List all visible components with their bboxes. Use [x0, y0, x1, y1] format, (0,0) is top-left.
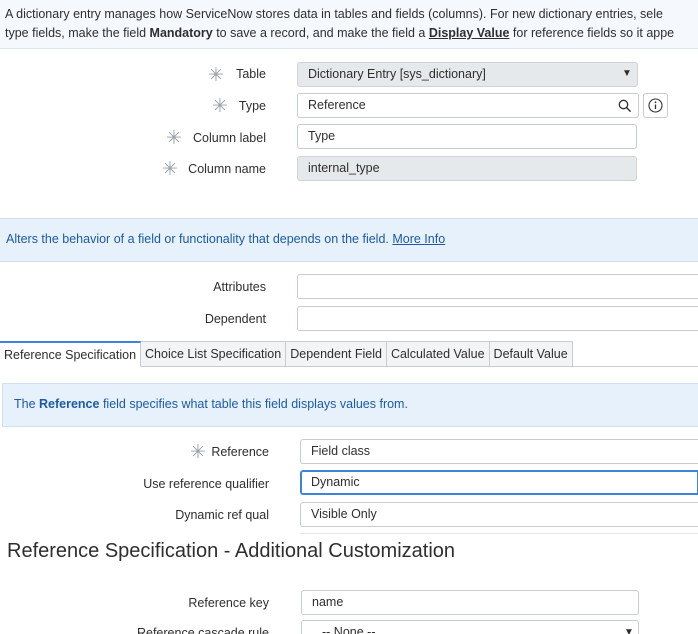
- intro-text: to save a record, and make the field a: [212, 26, 429, 40]
- intro-text: for reference fields so it appe: [509, 26, 675, 40]
- column-label-label: Column label: [193, 131, 266, 145]
- notice-text: The: [14, 397, 40, 411]
- reference-term: Reference: [39, 397, 100, 411]
- dependent-label: Dependent: [204, 312, 266, 326]
- notice-text: Alters the behavior of a field or functi…: [6, 232, 393, 246]
- type-label: Type: [238, 99, 266, 113]
- tab-dependent-field[interactable]: Dependent Field: [286, 341, 387, 367]
- cascade-rule-label: Reference cascade rule: [136, 626, 269, 634]
- use-qualifier-select[interactable]: Dynamic: [300, 470, 698, 495]
- section-title: Reference Specification - Additional Cus…: [7, 540, 456, 562]
- asterisk-icon: ✳: [212, 96, 228, 117]
- use-qualifier-label: Use reference qualifier: [143, 477, 269, 491]
- use-qualifier-value: Dynamic: [311, 475, 360, 489]
- dynamic-qual-label: Dynamic ref qual: [175, 508, 269, 522]
- column-name-value: internal_type: [308, 161, 380, 175]
- intro-banner: A dictionary entry manages how ServiceNo…: [0, 0, 698, 49]
- tab-default-value[interactable]: Default Value: [489, 341, 573, 367]
- column-name-label: Column name: [188, 162, 266, 176]
- tab-calculated-value[interactable]: Calculated Value: [386, 341, 490, 367]
- table-select[interactable]: Dictionary Entry [sys_dictionary]: [297, 62, 638, 87]
- asterisk-icon: ✳: [208, 65, 224, 86]
- column-name-input[interactable]: internal_type: [297, 156, 637, 181]
- asterisk-icon: ✳: [166, 128, 182, 149]
- chevron-down-icon: ▼: [624, 627, 634, 634]
- reference-label: Reference: [211, 445, 269, 459]
- type-input[interactable]: Reference: [297, 93, 612, 118]
- tab-bar: Reference Specification Choice List Spec…: [0, 341, 573, 367]
- asterisk-icon: ✳: [162, 159, 178, 180]
- search-button[interactable]: [612, 93, 639, 118]
- column-label-input[interactable]: Type: [297, 124, 637, 149]
- search-icon: [618, 99, 632, 112]
- attributes-label: Attributes: [213, 280, 266, 294]
- reference-notice: The Reference field specifies what table…: [2, 383, 698, 427]
- attributes-input[interactable]: [297, 274, 698, 299]
- intro-text: type fields, make the field: [5, 26, 150, 40]
- display-value-link[interactable]: Display Value: [429, 26, 510, 40]
- reference-key-value: name: [312, 595, 344, 609]
- notice-text: field specifies what table this field di…: [99, 397, 408, 411]
- intro-line-1: A dictionary entry manages how ServiceNo…: [5, 7, 663, 21]
- cascade-rule-select[interactable]: -- None --: [301, 620, 639, 634]
- dynamic-qual-input[interactable]: Visible Only: [300, 502, 698, 527]
- type-value: Reference: [308, 98, 366, 112]
- info-button[interactable]: [643, 93, 668, 118]
- cascade-rule-value: -- None --: [322, 625, 376, 634]
- dynamic-qual-value: Visible Only: [311, 507, 377, 521]
- tab-reference-specification[interactable]: Reference Specification: [0, 341, 142, 367]
- reference-key-label: Reference key: [188, 596, 269, 610]
- reference-key-input[interactable]: name: [301, 590, 639, 615]
- table-label: Table: [236, 67, 266, 81]
- divider: [300, 533, 698, 534]
- info-icon: [648, 98, 663, 113]
- reference-value: Field class: [311, 444, 371, 458]
- tab-choice-list-specification[interactable]: Choice List Specification: [141, 341, 287, 367]
- column-label-value: Type: [308, 129, 336, 143]
- asterisk-icon: ✳: [190, 442, 206, 463]
- mandatory-term: Mandatory: [149, 26, 213, 40]
- more-info-link[interactable]: More Info: [392, 232, 445, 246]
- table-value: Dictionary Entry [sys_dictionary]: [308, 67, 486, 81]
- behavior-notice: Alters the behavior of a field or functi…: [0, 218, 698, 262]
- reference-input[interactable]: Field class: [300, 439, 698, 464]
- dependent-input[interactable]: [297, 306, 698, 331]
- chevron-down-icon: ▼: [622, 68, 632, 79]
- intro-line-2: type fields, make the field Mandatory to…: [5, 24, 698, 43]
